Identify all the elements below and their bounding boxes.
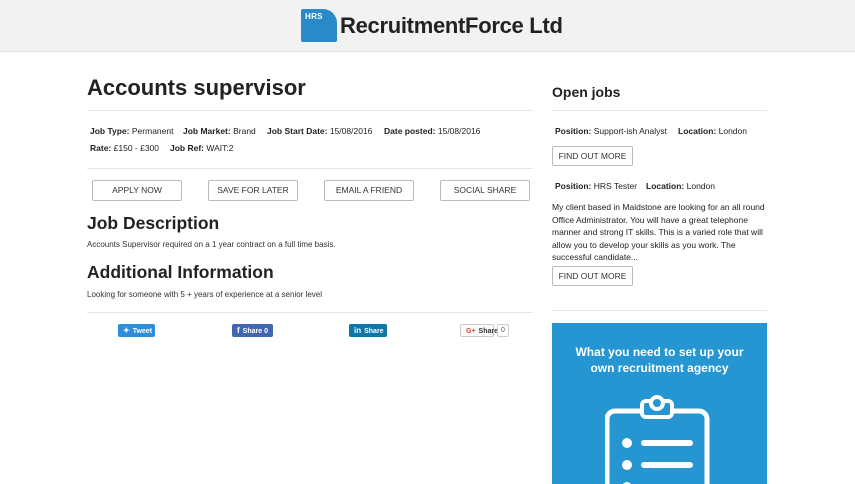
job-market: Job Market: Brand [183,126,256,136]
job-description-heading: Job Description [87,213,220,233]
job-rate: Rate: £150 - £300 [90,143,160,153]
open-job-location: Location: London [646,181,715,191]
facebook-share-button[interactable]: f Share 0 [232,324,273,337]
find-out-more-button[interactable]: FIND OUT MORE [552,266,633,286]
additional-info-text: Looking for someone with 5 + years of ex… [87,290,323,299]
job-start-date: Job Start Date: 15/08/2016 [267,126,373,136]
divider [87,168,533,169]
google-plus-icon: G+ [466,328,476,335]
promo-text: What you need to set up your own recruit… [575,345,744,375]
open-job-position: Position: HRS Tester [555,181,638,191]
clipboard-checklist-icon [605,395,710,484]
additional-info-heading: Additional Information [87,262,274,282]
divider [87,312,533,313]
divider [87,110,533,111]
email-friend-button[interactable]: EMAIL A FRIEND [324,180,414,201]
google-plus-share-button[interactable]: G+ Share [460,324,498,337]
save-for-later-button[interactable]: SAVE FOR LATER [208,180,298,201]
open-job-location: Location: London [678,126,747,136]
job-description-text: Accounts Supervisor required on a 1 year… [87,240,336,249]
job-ref: Job Ref: WAIT:2 [170,143,234,153]
open-job-description: My client based in Maidstone are looking… [552,202,765,262]
google-share-count: 0 [497,324,509,337]
open-jobs-heading: Open jobs [552,84,621,100]
logo-badge[interactable]: HRS [301,9,337,42]
divider [552,110,767,111]
tweet-button[interactable]: ✦ Tweet [118,324,155,337]
site-header: HRS RecruitmentForce Ltd [0,0,855,52]
linkedin-share-button[interactable]: in Share [349,324,387,337]
find-out-more-button[interactable]: FIND OUT MORE [552,146,633,166]
page-title: Accounts supervisor [87,75,306,100]
open-job-position: Position: Support-ish Analyst [555,126,667,136]
promo-banner[interactable]: What you need to set up your own recruit… [552,323,767,484]
brand-name[interactable]: RecruitmentForce Ltd [340,13,563,39]
facebook-icon: f [237,326,240,335]
twitter-icon: ✦ [123,326,130,335]
divider [552,310,767,311]
social-share-button[interactable]: SOCIAL SHARE [440,180,530,201]
apply-now-button[interactable]: APPLY NOW [92,180,182,201]
date-posted: Date posted: 15/08/2016 [384,126,481,136]
linkedin-icon: in [354,326,362,335]
job-type: Job Type: Permanent [90,126,174,136]
